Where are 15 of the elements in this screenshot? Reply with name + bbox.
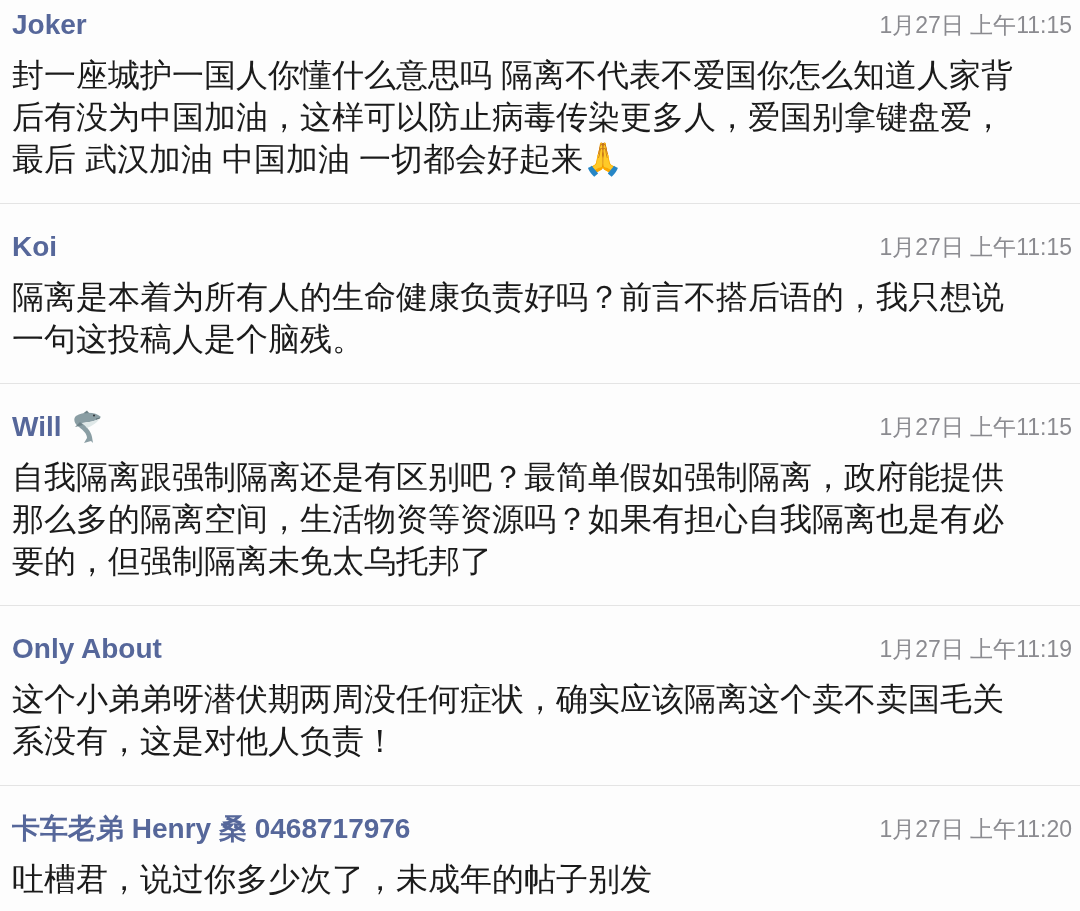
comment-text: 隔离是本着为所有人的生命健康负责好吗？前言不搭后语的，我只想说一句这投稿人是个脑残。 — [11, 278, 1005, 359]
author-name[interactable]: Will — [12, 410, 62, 444]
comment-time: 1月27日 上午11:15 — [879, 11, 1072, 40]
comment-time: 1月27日 上午11:20 — [879, 815, 1072, 844]
comment-time: 1月27日 上午11:19 — [879, 635, 1072, 664]
comment-text: 自我隔离跟强制隔离还是有区别吧？最简单假如强制隔离，政府能提供那么多的隔离空间，生活物资等资源吗？如果有担心自我隔离也是有必要的，但强制隔离未免太乌托邦了 — [11, 458, 1005, 581]
comment-text: 这个小弟弟呀潜伏期两周没任何症状，确实应该隔离这个卖不卖国毛关系没有，这是对他人负责！ — [11, 680, 1005, 761]
author-name[interactable]: Joker — [12, 8, 87, 42]
author-name[interactable]: Koi — [12, 230, 58, 264]
comment-time: 1月27日 上午11:15 — [879, 413, 1072, 442]
author-name[interactable]: Only About — [12, 632, 162, 666]
comment-time: 1月27日 上午11:15 — [879, 233, 1072, 262]
comment-text: 封一座城护一国人你懂什么意思吗 隔离不代表不爱国你怎么知道人家背后有没为中国加油，这样可以防止病毒传染更多人，爱国别拿键盘爱，最后 武汉加油 中国加油 一切都会好起来🙏 — [11, 56, 1014, 179]
author-name[interactable]: 卡车老弟 Henry 桑 0468717976 — [12, 812, 411, 846]
comment-text: 吐槽君，说过你多少次了，未成年的帖子别发 — [11, 860, 653, 899]
